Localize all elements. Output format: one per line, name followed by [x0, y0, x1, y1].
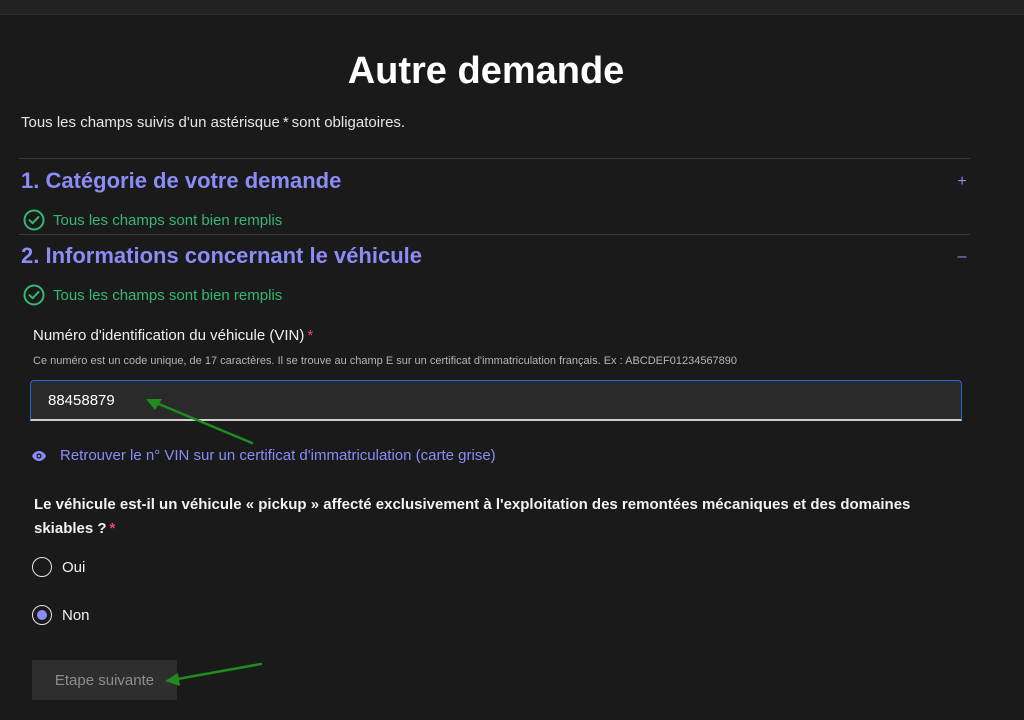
- pickup-question-text: Le véhicule est-il un véhicule « pickup …: [34, 496, 911, 537]
- section-2-status-text: Tous les champs sont bien remplis: [53, 286, 283, 304]
- section-1-expand-icon[interactable]: +: [952, 173, 972, 191]
- section-1-title[interactable]: 1. Catégorie de votre demande: [21, 168, 341, 194]
- browser-top-bar: [0, 0, 1024, 15]
- radio-label-non[interactable]: Non: [62, 607, 90, 624]
- required-asterisk: *: [109, 520, 116, 537]
- vin-help-link-text[interactable]: Retrouver le n° VIN sur un certificat d'…: [60, 447, 496, 464]
- radio-button-oui[interactable]: [32, 557, 52, 577]
- page-title: Autre demande: [347, 50, 625, 92]
- vin-help-link[interactable]: Retrouver le n° VIN sur un certificat d'…: [31, 447, 496, 464]
- vin-label: Numéro d'identification du véhicule (VIN…: [33, 327, 313, 344]
- section-2-collapse-icon[interactable]: –: [952, 248, 972, 266]
- next-step-button[interactable]: Etape suivante: [32, 660, 177, 700]
- eye-icon: [32, 450, 46, 461]
- required-fields-note: Tous les champs suivis d'un astérisque * s…: [21, 114, 405, 131]
- section-2-title[interactable]: 2. Informations concernant le véhicule: [21, 243, 422, 269]
- annotation-arrow-button: [165, 662, 263, 686]
- required-note-text-end: sont obligatoires.: [291, 114, 406, 131]
- vin-label-text: Numéro d'identification du véhicule (VIN…: [33, 327, 305, 344]
- radio-label-oui[interactable]: Oui: [62, 559, 85, 576]
- radio-option-oui[interactable]: Oui: [32, 557, 85, 577]
- section-1-status: Tous les champs sont bien remplis: [23, 209, 282, 231]
- section-divider: [19, 158, 970, 159]
- required-asterisk: *: [307, 327, 314, 344]
- required-note-asterisk: *: [282, 114, 289, 131]
- radio-button-non[interactable]: [32, 605, 52, 625]
- pickup-question: Le véhicule est-il un véhicule « pickup …: [34, 493, 934, 541]
- section-1-status-text: Tous les champs sont bien remplis: [53, 211, 283, 229]
- radio-option-non[interactable]: Non: [32, 605, 90, 625]
- check-circle-icon: [23, 209, 45, 231]
- vin-input[interactable]: [30, 380, 962, 421]
- section-2-status: Tous les champs sont bien remplis: [23, 284, 282, 306]
- required-note-text: Tous les champs suivis d'un astérisque: [21, 114, 280, 131]
- vin-hint: Ce numéro est un code unique, de 17 cara…: [33, 355, 738, 367]
- check-circle-icon: [23, 284, 45, 306]
- section-divider: [19, 234, 970, 235]
